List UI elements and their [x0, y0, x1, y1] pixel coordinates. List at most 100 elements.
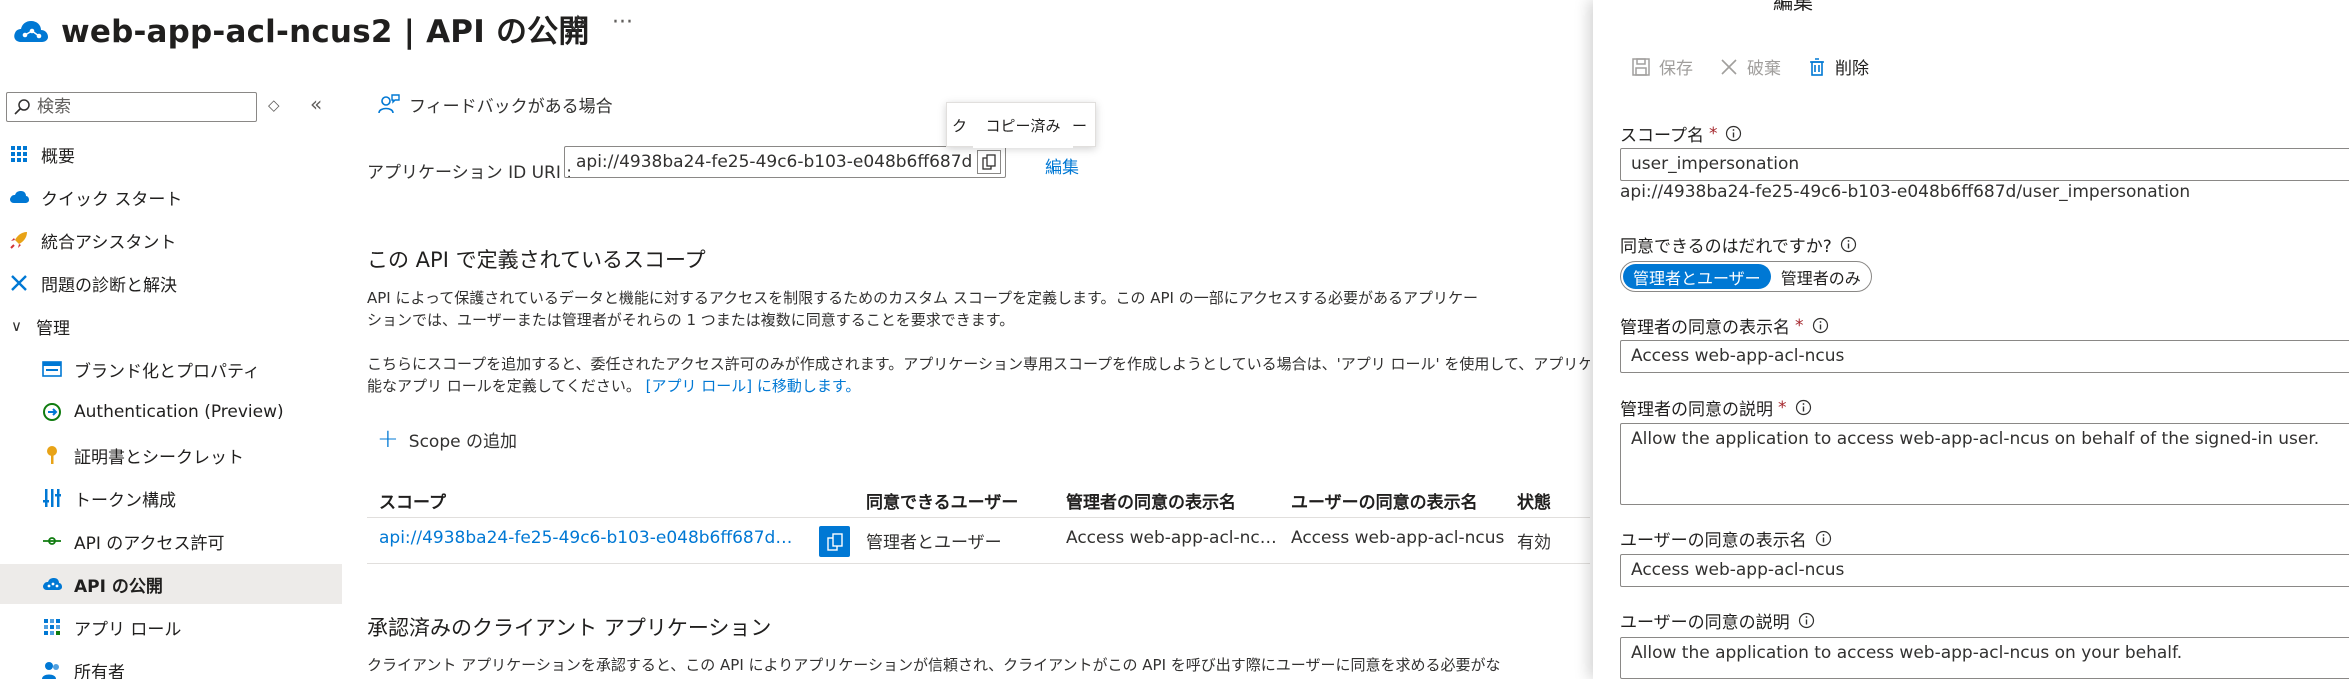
scope-state: 有効 — [1517, 533, 1551, 553]
sidebar-item-token-config[interactable]: トークン構成 — [0, 478, 342, 518]
copied-tooltip: ク コピー済み ー — [946, 102, 1096, 148]
sidebar-item-certificates[interactable]: 証明書とシークレット — [0, 435, 342, 475]
cloud-icon — [42, 574, 62, 594]
trash-icon — [1810, 57, 1824, 76]
admin-desc-label: 管理者の同意の説明 * — [1620, 395, 1812, 420]
sidebar-group-manage[interactable]: ∨ 管理 — [0, 306, 342, 346]
copy-icon — [982, 154, 996, 170]
column-header-admin-display-name[interactable]: 管理者の同意の表示名 — [1066, 488, 1236, 513]
user-desc-label-text: ユーザーの同意の説明 — [1620, 613, 1790, 633]
info-icon[interactable] — [1812, 317, 1829, 334]
copy-app-id-button[interactable] — [977, 150, 1001, 174]
main-content: フィードバックがある場合 アプリケーション ID URI : api://493… — [367, 58, 1590, 679]
admin-display-input[interactable]: Access web-app-acl-ncus — [1620, 340, 2349, 373]
chevron-down-icon: ∨ — [11, 317, 22, 335]
info-icon[interactable] — [1795, 399, 1812, 416]
required-mark: * — [1708, 123, 1718, 144]
scope-who-can-consent: 管理者とユーザー — [866, 533, 1002, 553]
sidebar-item-app-roles[interactable]: アプリ ロール — [0, 607, 342, 647]
tooltip-text: コピー済み — [973, 103, 1073, 148]
sidebar-item-troubleshoot[interactable]: 問題の診断と解決 — [0, 263, 342, 303]
discard-button[interactable]: 破棄 — [1719, 54, 1781, 79]
admin-desc-label-text: 管理者の同意の説明 — [1620, 400, 1773, 420]
token-bars-icon — [42, 488, 62, 508]
scopes-table-header: スコープ 同意できるユーザー 管理者の同意の表示名 ユーザーの同意の表示名 状態 — [367, 478, 1590, 518]
user-desc-textarea[interactable]: Allow the application to access web-app-… — [1620, 637, 2349, 679]
column-header-user-display-name[interactable]: ユーザーの同意の表示名 — [1291, 488, 1478, 513]
close-icon — [1721, 58, 1737, 75]
sidebar-item-owners[interactable]: 所有者 — [0, 650, 342, 679]
column-header-scope[interactable]: スコープ — [379, 488, 446, 513]
sidebar-item-api-permissions[interactable]: API のアクセス許可 — [0, 521, 342, 561]
sidebar-item-authentication[interactable]: Authentication (Preview) — [0, 392, 342, 432]
app-roles-link[interactable]: [アプリ ロール] に移動します。 — [646, 377, 861, 395]
pin-icon[interactable] — [565, 14, 587, 36]
app-id-uri-row: アプリケーション ID URI : api://4938ba24-fe25-49… — [367, 146, 1079, 183]
scope-name-input[interactable]: user_impersonation — [1620, 148, 2349, 181]
sidebar-item-label: Authentication (Preview) — [74, 402, 284, 422]
copy-scope-button[interactable] — [819, 526, 850, 557]
app-service-cloud-icon — [14, 21, 48, 42]
scopes-description-line2: ションでは、ユーザーまたは管理者がそれらの 1 つまたは複数に同意することを要求… — [367, 311, 1015, 329]
sidebar-item-label: 証明書とシークレット — [74, 447, 244, 468]
table-row[interactable]: api://4938ba24-fe25-49c6-b103-e048b6ff68… — [367, 518, 1590, 564]
scope-user-display-name: Access web-app-acl-ncus — [1291, 528, 1505, 548]
scopes-note-text: 能なアプリ ロールを定義してください。 — [367, 377, 641, 395]
scope-full-uri: api://4938ba24-fe25-49c6-b103-e048b6ff68… — [1620, 182, 2191, 202]
sidebar-item-label: 所有者 — [74, 662, 125, 679]
info-icon[interactable] — [1840, 236, 1857, 253]
scope-name-label-text: スコープ名 — [1620, 126, 1704, 146]
sidebar-item-label: 概要 — [41, 146, 75, 167]
delete-label: 削除 — [1835, 59, 1869, 79]
panel-title: 編集 — [1773, 0, 1813, 14]
people-icon — [42, 660, 62, 679]
sidebar-item-label: 管理 — [35, 318, 70, 339]
sidebar-item-quickstart[interactable]: クイック スタート — [0, 177, 342, 217]
add-scope-label: Scope の追加 — [408, 431, 517, 452]
overview-grid-icon — [9, 144, 29, 164]
required-mark: * — [1778, 397, 1787, 418]
sidebar-search[interactable] — [6, 92, 257, 122]
scopes-section-title: この API で定義されているスコープ — [367, 248, 706, 272]
app-id-uri-field[interactable]: api://4938ba24-fe25-49c6-b103-e048b6ff68… — [564, 146, 1006, 178]
user-display-label-text: ユーザーの同意の表示名 — [1620, 531, 1807, 551]
info-icon[interactable] — [1725, 125, 1742, 142]
consent-who-label-text: 同意できるのはだれですか? — [1620, 237, 1832, 257]
consent-option-admins-only[interactable]: 管理者のみ — [1771, 264, 1871, 289]
user-display-input[interactable]: Access web-app-acl-ncus — [1620, 554, 2349, 587]
scope-link[interactable]: api://4938ba24-fe25-49c6-b103-e048b6ff68… — [379, 528, 792, 548]
sidebar-item-integration-assistant[interactable]: 統合アシスタント — [0, 220, 342, 260]
delete-button[interactable]: 削除 — [1807, 54, 1869, 79]
column-header-state[interactable]: 状態 — [1517, 488, 1551, 513]
feedback-person-icon — [378, 93, 400, 113]
column-header-who-can-consent[interactable]: 同意できるユーザー — [866, 488, 1018, 513]
scopes-description-line1: API によって保護されているデータと機能に対するアクセスを制限するためのカスタ… — [367, 289, 1478, 307]
app-id-uri-label: アプリケーション ID URI : — [367, 163, 572, 183]
collapse-sidebar-icon[interactable]: « — [310, 92, 322, 116]
sidebar-search-input[interactable] — [37, 97, 237, 117]
save-button[interactable]: 保存 — [1631, 54, 1693, 79]
info-icon[interactable] — [1815, 530, 1832, 547]
edit-scope-panel: 編集 保存 破棄 削除 スコープ名 * user_impersonation a… — [1593, 0, 2349, 679]
add-scope-button[interactable]: + Scope の追加 — [377, 426, 517, 452]
consent-option-admins-users[interactable]: 管理者とユーザー — [1623, 264, 1771, 289]
user-display-label: ユーザーの同意の表示名 — [1620, 526, 1832, 551]
more-options-icon[interactable]: ··· — [612, 10, 633, 35]
info-icon[interactable] — [1798, 612, 1815, 629]
consent-who-toggle[interactable]: 管理者とユーザー 管理者のみ — [1620, 261, 1872, 292]
sidebar-item-overview[interactable]: 概要 — [0, 134, 342, 174]
admin-desc-textarea[interactable]: Allow the application to access web-app-… — [1620, 423, 2349, 505]
wrench-icon — [9, 273, 29, 293]
edit-app-id-link[interactable]: 編集 — [1045, 153, 1079, 178]
feedback-button[interactable]: フィードバックがある場合 — [377, 92, 613, 117]
page-header: web-app-acl-ncus2 | API の公開 ··· — [0, 0, 1590, 58]
sort-icon[interactable]: ◇ — [268, 96, 280, 114]
sidebar-item-label: API のアクセス許可 — [74, 533, 225, 554]
sidebar-item-label: API の公開 — [74, 576, 163, 597]
sidebar-item-label: アプリ ロール — [74, 619, 182, 640]
save-label: 保存 — [1659, 59, 1693, 79]
sidebar-item-branding[interactable]: ブランド化とプロパティ — [0, 349, 342, 389]
admin-display-label: 管理者の同意の表示名 * — [1620, 313, 1829, 338]
sidebar-item-expose-api[interactable]: API の公開 — [0, 564, 342, 604]
scope-admin-display-name: Access web-app-acl-nc… — [1066, 528, 1277, 548]
